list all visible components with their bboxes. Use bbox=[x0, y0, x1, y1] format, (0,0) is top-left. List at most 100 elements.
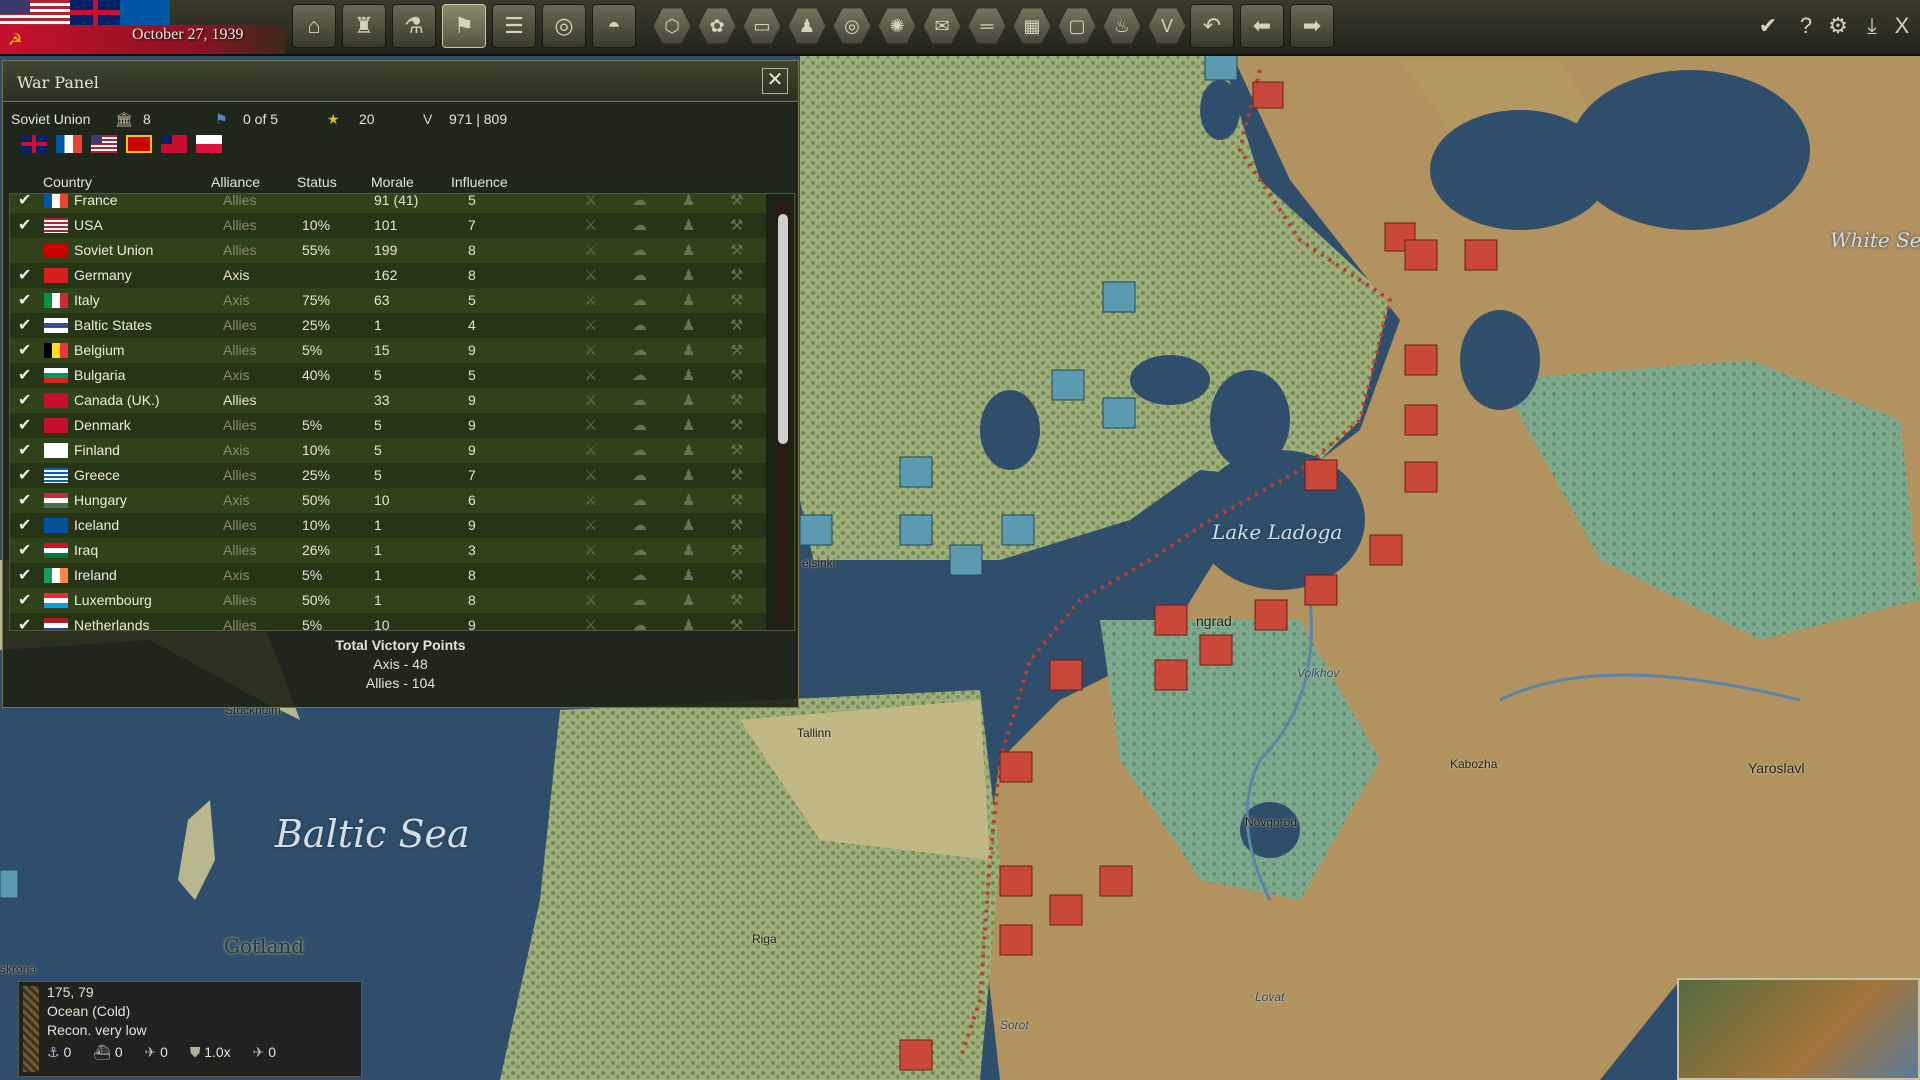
ambassador-icon[interactable]: ♟ bbox=[682, 541, 695, 559]
hammer-icon[interactable]: ⚒ bbox=[730, 216, 743, 234]
flag-canada-icon[interactable] bbox=[161, 135, 187, 153]
hammer-icon[interactable]: ⚒ bbox=[730, 266, 743, 284]
table-row[interactable]: ✔ Germany Axis 162 8 ⚔ ☁ ♟ ⚒ bbox=[10, 263, 766, 288]
grid-icon[interactable]: ▦ bbox=[1010, 4, 1054, 48]
war-check-icon[interactable]: ✔ bbox=[18, 590, 31, 610]
declare-war-icon[interactable]: ⚔ bbox=[584, 194, 597, 209]
ambassador-icon[interactable]: ♟ bbox=[682, 366, 695, 384]
table-row[interactable]: ✔ Italy Axis 75% 63 5 ⚔ ☁ ♟ ⚒ bbox=[10, 288, 766, 313]
war-check-icon[interactable]: ✔ bbox=[18, 215, 31, 235]
diplomacy-chat-icon[interactable]: ☁ bbox=[632, 466, 647, 484]
exit-icon[interactable]: X bbox=[1882, 6, 1920, 46]
war-check-icon[interactable]: ✔ bbox=[18, 440, 31, 460]
reports-icon[interactable]: ☰ bbox=[492, 4, 536, 48]
target-icon[interactable]: ◎ bbox=[830, 4, 874, 48]
resources-icon[interactable]: ✿ bbox=[695, 4, 739, 48]
city-helsinki[interactable]: elsinki bbox=[802, 556, 835, 570]
diplomacy-chat-icon[interactable]: ☁ bbox=[632, 416, 647, 434]
end-turn-check-icon[interactable]: ✔ bbox=[1748, 6, 1788, 46]
city-leningrad[interactable]: ngrad bbox=[1196, 613, 1232, 629]
declare-war-icon[interactable]: ⚔ bbox=[584, 416, 597, 434]
flag-poland-icon[interactable] bbox=[196, 135, 222, 153]
war-flag-icon[interactable]: ⚑ bbox=[442, 4, 486, 48]
diplomacy-chat-icon[interactable]: ☁ bbox=[632, 566, 647, 584]
city-riga[interactable]: Riga bbox=[752, 932, 777, 946]
flag-uk-icon[interactable] bbox=[21, 135, 47, 153]
war-check-icon[interactable]: ✔ bbox=[18, 265, 31, 285]
city-tallinn[interactable]: Tallinn bbox=[797, 726, 831, 740]
flag-france-icon[interactable] bbox=[56, 135, 82, 153]
col-alliance[interactable]: Alliance bbox=[211, 174, 260, 190]
country-table[interactable]: ✔ France Allies 91 (41) 5 ⚔ ☁ ♟ ⚒ ✔ USA Allies 10% 10… bbox=[9, 193, 795, 631]
war-check-icon[interactable]: ✔ bbox=[18, 415, 31, 435]
war-check-icon[interactable]: ✔ bbox=[18, 615, 31, 630]
table-row[interactable]: ✔ USA Allies 10% 101 7 ⚔ ☁ ♟ ⚒ bbox=[10, 213, 766, 238]
hammer-icon[interactable]: ⚒ bbox=[730, 616, 743, 630]
ambassador-icon[interactable]: ♟ bbox=[682, 194, 695, 209]
declare-war-icon[interactable]: ⚔ bbox=[584, 616, 597, 630]
production-icon[interactable]: ♜ bbox=[342, 4, 386, 48]
city-yaroslavl[interactable]: Yaroslavl bbox=[1748, 760, 1805, 776]
war-check-icon[interactable]: ✔ bbox=[18, 365, 31, 385]
hammer-icon[interactable]: ⚒ bbox=[730, 516, 743, 534]
declare-war-icon[interactable]: ⚔ bbox=[584, 341, 597, 359]
table-row[interactable]: ✔ France Allies 91 (41) 5 ⚔ ☁ ♟ ⚒ bbox=[10, 194, 766, 213]
diplomacy-chat-icon[interactable]: ☁ bbox=[632, 316, 647, 334]
war-check-icon[interactable]: ✔ bbox=[18, 390, 31, 410]
declare-war-icon[interactable]: ⚔ bbox=[584, 566, 597, 584]
hammer-icon[interactable]: ⚒ bbox=[730, 541, 743, 559]
hammer-icon[interactable]: ⚒ bbox=[730, 341, 743, 359]
ambassador-icon[interactable]: ♟ bbox=[682, 516, 695, 534]
city-karlskrona[interactable]: skrona bbox=[0, 962, 36, 976]
recon-binoculars-icon[interactable]: ◎ bbox=[542, 4, 586, 48]
diplomacy-chat-icon[interactable]: ☁ bbox=[632, 591, 647, 609]
war-check-icon[interactable]: ✔ bbox=[18, 290, 31, 310]
diplomacy-chat-icon[interactable]: ☁ bbox=[632, 241, 647, 259]
war-check-icon[interactable]: ✔ bbox=[18, 515, 31, 535]
war-check-icon[interactable]: ✔ bbox=[18, 315, 31, 335]
hammer-icon[interactable]: ⚒ bbox=[730, 241, 743, 259]
hammer-icon[interactable]: ⚒ bbox=[730, 466, 743, 484]
declare-war-icon[interactable]: ⚔ bbox=[584, 541, 597, 559]
war-check-icon[interactable]: ✔ bbox=[18, 565, 31, 585]
supply-icon[interactable]: ✉ bbox=[920, 4, 964, 48]
tank-filter-icon[interactable]: ▭ bbox=[740, 4, 784, 48]
flag-usa-icon[interactable] bbox=[91, 135, 117, 153]
declare-war-icon[interactable]: ⚔ bbox=[584, 516, 597, 534]
war-check-icon[interactable]: ✔ bbox=[18, 540, 31, 560]
table-row[interactable]: ✔ Canada (UK.) Allies 33 9 ⚔ ☁ ♟ ⚒ bbox=[10, 388, 766, 413]
minimap[interactable] bbox=[1677, 978, 1920, 1080]
research-icon[interactable]: ⚗ bbox=[392, 4, 436, 48]
table-row[interactable]: ✔ Ireland Axis 5% 1 8 ⚔ ☁ ♟ ⚒ bbox=[10, 563, 766, 588]
ambassador-icon[interactable]: ♟ bbox=[682, 566, 695, 584]
ambassador-icon[interactable]: ♟ bbox=[682, 216, 695, 234]
ambassador-icon[interactable]: ♟ bbox=[682, 241, 695, 259]
hammer-icon[interactable]: ⚒ bbox=[730, 591, 743, 609]
table-row[interactable]: Soviet Union Allies 55% 199 8 ⚔ ☁ ♟ ⚒ bbox=[10, 238, 766, 263]
war-check-icon[interactable]: ✔ bbox=[18, 194, 31, 210]
col-status[interactable]: Status bbox=[297, 174, 337, 190]
ambassador-icon[interactable]: ♟ bbox=[682, 416, 695, 434]
undo-icon[interactable]: ↶ bbox=[1190, 4, 1234, 48]
hammer-icon[interactable]: ⚒ bbox=[730, 194, 743, 209]
declare-war-icon[interactable]: ⚔ bbox=[584, 466, 597, 484]
declare-war-icon[interactable]: ⚔ bbox=[584, 591, 597, 609]
ambassador-icon[interactable]: ♟ bbox=[682, 491, 695, 509]
diplomacy-chat-icon[interactable]: ☁ bbox=[632, 616, 647, 630]
hammer-icon[interactable]: ⚒ bbox=[730, 366, 743, 384]
declare-war-icon[interactable]: ⚔ bbox=[584, 491, 597, 509]
declare-war-icon[interactable]: ⚔ bbox=[584, 366, 597, 384]
declare-war-icon[interactable]: ⚔ bbox=[584, 266, 597, 284]
table-row[interactable]: ✔ Luxembourg Allies 50% 1 8 ⚔ ☁ ♟ ⚒ bbox=[10, 588, 766, 613]
declare-war-icon[interactable]: ⚔ bbox=[584, 291, 597, 309]
fire-icon[interactable]: ♨ bbox=[1100, 4, 1144, 48]
war-check-icon[interactable]: ✔ bbox=[18, 340, 31, 360]
table-row[interactable]: ✔ Baltic States Allies 25% 1 4 ⚔ ☁ ♟ ⚒ bbox=[10, 313, 766, 338]
arrow-right-icon[interactable]: ➡ bbox=[1290, 4, 1334, 48]
table-row[interactable]: ✔ Netherlands Allies 5% 10 9 ⚔ ☁ ♟ ⚒ bbox=[10, 613, 766, 630]
col-influence[interactable]: Influence bbox=[451, 174, 508, 190]
declare-war-icon[interactable]: ⚔ bbox=[584, 216, 597, 234]
city-novgorod[interactable]: Novgorod bbox=[1245, 815, 1297, 829]
ambassador-icon[interactable]: ♟ bbox=[682, 591, 695, 609]
city-kabozha[interactable]: Kabozha bbox=[1450, 757, 1497, 771]
